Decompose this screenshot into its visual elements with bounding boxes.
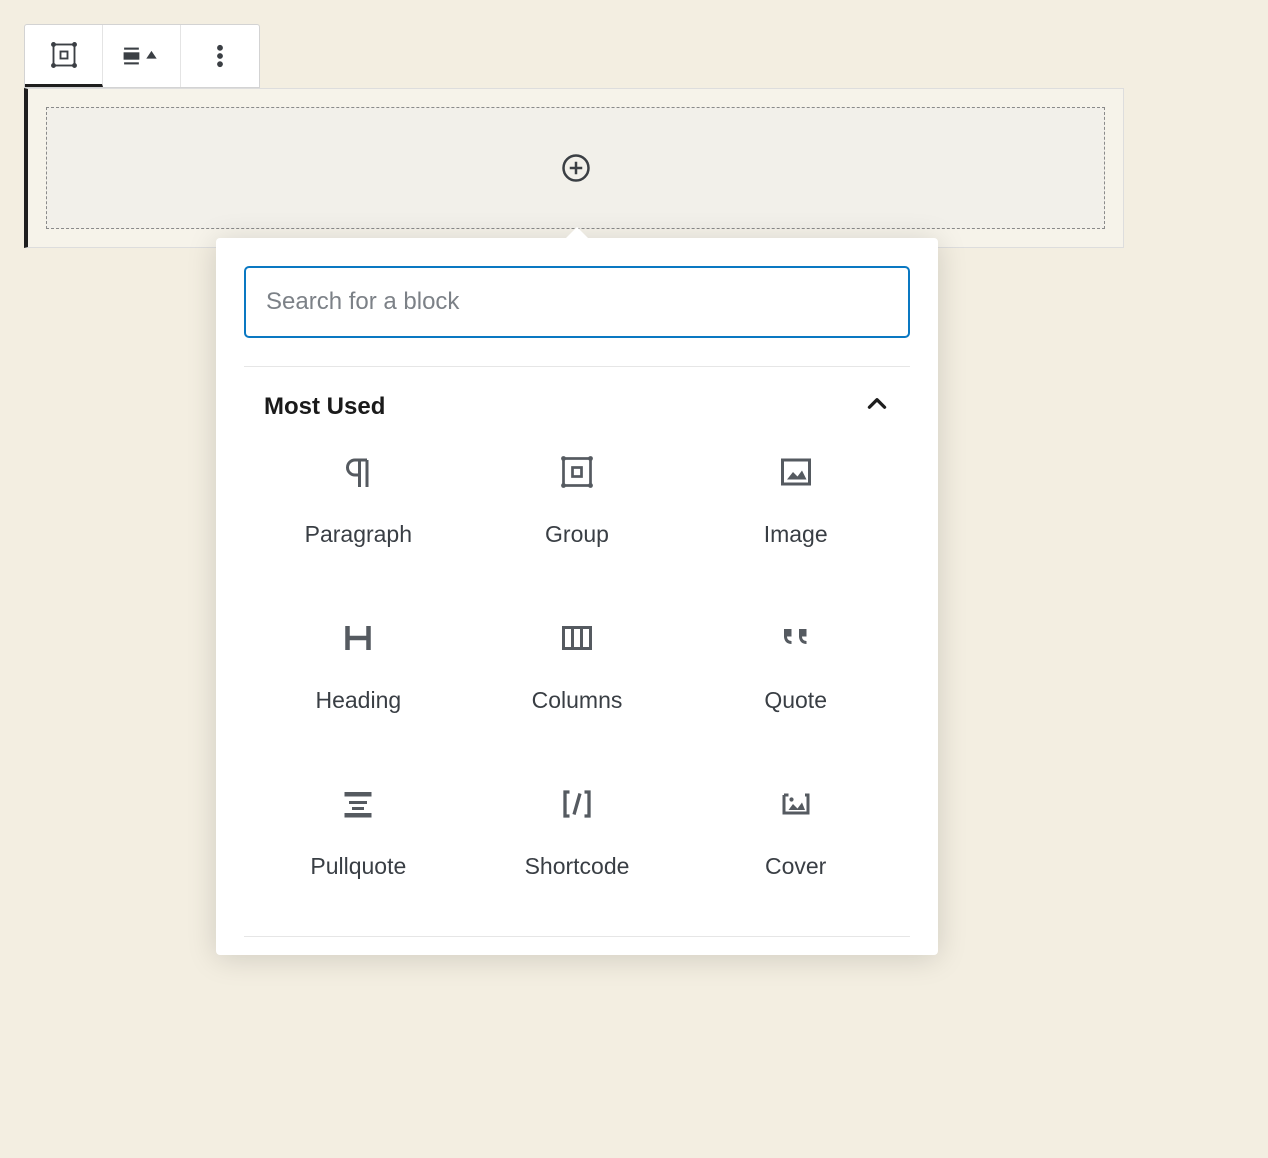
block-item-quote[interactable]: Quote	[691, 612, 900, 722]
block-grid: Paragraph Group Image	[244, 446, 910, 888]
block-item-paragraph[interactable]: Paragraph	[254, 446, 463, 556]
block-editor-canvas	[24, 24, 1124, 248]
block-item-label: Columns	[532, 687, 623, 714]
image-icon	[778, 454, 814, 495]
plus-circle-icon	[561, 153, 591, 183]
block-appender[interactable]	[46, 107, 1105, 229]
block-item-label: Pullquote	[310, 853, 406, 880]
block-inserter-popover: Most Used Paragraph Group	[216, 238, 938, 955]
chevron-up-icon	[864, 391, 890, 422]
selected-group-block[interactable]	[24, 88, 1124, 248]
block-toolbar	[24, 24, 260, 88]
block-item-columns[interactable]: Columns	[473, 612, 682, 722]
block-item-label: Image	[764, 521, 828, 548]
quote-icon	[778, 620, 814, 661]
block-item-label: Heading	[315, 687, 401, 714]
shortcode-icon	[559, 786, 595, 827]
toolbar-align-button[interactable]	[103, 25, 181, 87]
block-item-shortcode[interactable]: Shortcode	[473, 778, 682, 888]
toolbar-more-button[interactable]	[181, 25, 259, 87]
section-header[interactable]: Most Used	[244, 367, 910, 446]
search-input[interactable]	[244, 266, 910, 338]
most-used-section: Most Used Paragraph Group	[244, 366, 910, 937]
block-item-pullquote[interactable]: Pullquote	[254, 778, 463, 888]
heading-icon	[340, 620, 376, 661]
paragraph-icon	[340, 454, 376, 495]
block-item-label: Quote	[764, 687, 827, 714]
block-item-label: Paragraph	[305, 521, 412, 548]
section-title: Most Used	[264, 393, 385, 421]
cover-icon	[778, 786, 814, 827]
block-item-label: Cover	[765, 853, 826, 880]
pullquote-icon	[340, 786, 376, 827]
align-icon	[122, 42, 162, 70]
block-item-heading[interactable]: Heading	[254, 612, 463, 722]
block-item-group[interactable]: Group	[473, 446, 682, 556]
more-icon	[206, 42, 234, 70]
block-item-image[interactable]: Image	[691, 446, 900, 556]
group-icon	[50, 41, 78, 69]
columns-icon	[559, 620, 595, 661]
block-item-cover[interactable]: Cover	[691, 778, 900, 888]
group-icon	[559, 454, 595, 495]
block-item-label: Group	[545, 521, 609, 548]
toolbar-block-type-button[interactable]	[25, 25, 103, 87]
block-item-label: Shortcode	[525, 853, 630, 880]
